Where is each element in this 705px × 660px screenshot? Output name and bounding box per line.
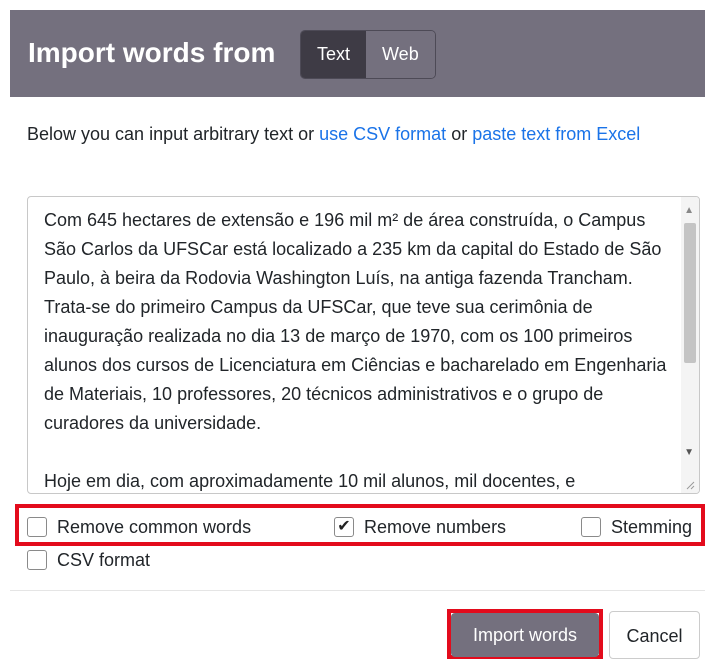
remove-common-words-label: Remove common words bbox=[57, 517, 252, 537]
intro-text-middle: or bbox=[446, 124, 473, 144]
csv-format-checkbox[interactable] bbox=[27, 550, 47, 570]
option-remove-numbers[interactable]: ✔ Remove numbers bbox=[334, 516, 506, 538]
stemming-checkbox[interactable] bbox=[581, 517, 601, 537]
textarea-scrollbar[interactable]: ▲ ▼ bbox=[681, 197, 699, 493]
paste-excel-link[interactable]: paste text from Excel bbox=[472, 124, 640, 144]
csv-format-label: CSV format bbox=[57, 550, 151, 570]
footer-divider bbox=[10, 590, 705, 591]
modal-header: Import words from Text Web bbox=[10, 10, 705, 97]
text-input-area[interactable]: Com 645 hectares de extensão e 196 mil m… bbox=[27, 196, 700, 494]
resize-handle-icon[interactable] bbox=[685, 480, 695, 490]
csv-format-link[interactable]: use CSV format bbox=[319, 124, 446, 144]
source-tabs: Text Web bbox=[300, 30, 436, 79]
stemming-label: Stemming bbox=[611, 517, 693, 537]
intro-text-before: Below you can input arbitrary text or bbox=[27, 124, 320, 144]
cancel-button[interactable]: Cancel bbox=[609, 611, 700, 659]
option-stemming[interactable]: Stemming bbox=[581, 516, 692, 538]
remove-numbers-checkbox[interactable]: ✔ bbox=[334, 517, 354, 537]
import-words-button[interactable]: Import words bbox=[451, 613, 599, 657]
text-input-value[interactable]: Com 645 hectares de extensão e 196 mil m… bbox=[44, 206, 669, 493]
modal-title: Import words from bbox=[28, 37, 276, 68]
tab-web[interactable]: Web bbox=[366, 31, 435, 78]
scroll-down-arrow-icon[interactable]: ▼ bbox=[684, 447, 694, 458]
option-remove-common-words[interactable]: Remove common words bbox=[27, 516, 251, 538]
intro-text: Below you can input arbitrary text or us… bbox=[27, 120, 677, 149]
tab-text[interactable]: Text bbox=[301, 31, 367, 78]
remove-common-words-checkbox[interactable] bbox=[27, 517, 47, 537]
option-csv-format[interactable]: CSV format bbox=[27, 549, 150, 571]
scrollbar-thumb[interactable] bbox=[684, 223, 696, 363]
remove-numbers-label: Remove numbers bbox=[364, 517, 507, 537]
scroll-up-arrow-icon[interactable]: ▲ bbox=[684, 205, 694, 216]
